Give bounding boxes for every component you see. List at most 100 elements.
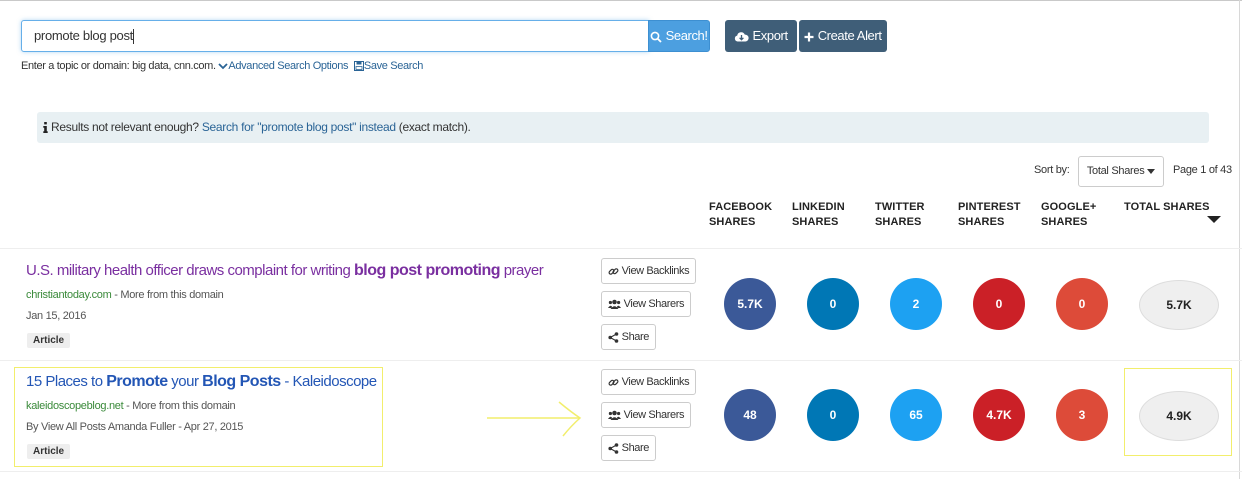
sort-select[interactable]: Total Shares: [1078, 156, 1164, 187]
column-header-line: TOTAL SHARES: [1124, 201, 1210, 213]
twitter-shares-count: 65: [890, 389, 942, 441]
domain-link[interactable]: christiantoday.com: [26, 289, 112, 301]
column-header-linkedin[interactable]: LINKEDIN SHARES: [792, 200, 845, 230]
column-header-line: SHARES: [958, 216, 1005, 228]
view-sharers-label: View Sharers: [623, 409, 685, 421]
column-header-total[interactable]: TOTAL SHARES: [1124, 200, 1210, 215]
title-text: - Kaleidoscope: [280, 373, 377, 390]
share-label: Share: [621, 442, 650, 454]
result-domain: christiantoday.com - More from this doma…: [26, 289, 224, 301]
search-button[interactable]: Search!: [648, 20, 710, 52]
search-input[interactable]: promote blog post: [21, 20, 649, 52]
notice-prefix: Results not relevant enough?: [51, 120, 199, 134]
column-header-line: SHARES: [792, 216, 839, 228]
row-divider: [0, 471, 1242, 472]
arrow-right-icon: [487, 401, 582, 437]
caret-down-icon: [1147, 168, 1156, 174]
page-count: Page 1 of 43: [1173, 164, 1232, 176]
column-header-twitter[interactable]: TWITTER SHARES: [875, 200, 925, 230]
users-icon: [608, 299, 621, 310]
info-icon: [43, 122, 48, 134]
title-text: prayer: [500, 262, 544, 279]
search-button-label: Search!: [665, 28, 708, 43]
result-author-date: By View All Posts Amanda Fuller - Apr 27…: [26, 421, 244, 433]
article-badge: Article: [27, 444, 71, 459]
relevance-notice: Results not relevant enough? Search for …: [37, 112, 1209, 143]
column-header-line: PINTEREST: [958, 201, 1021, 213]
export-label: Export: [752, 28, 789, 43]
title-highlight: Promote: [106, 373, 168, 390]
linkedin-shares-count: 0: [807, 389, 859, 441]
save-search-link[interactable]: Save Search: [364, 60, 423, 72]
search-icon: [650, 31, 663, 43]
sort-by-label: Sort by:: [1034, 164, 1070, 176]
column-header-line: SHARES: [875, 216, 922, 228]
googleplus-shares-count: 0: [1056, 278, 1108, 330]
title-highlight: Blog Posts: [202, 373, 281, 390]
top-border: [0, 0, 1242, 1]
domain-link[interactable]: kaleidoscopeblog.net: [26, 400, 124, 412]
view-backlinks-button[interactable]: View Backlinks: [601, 369, 697, 395]
column-header-pinterest[interactable]: PINTEREST SHARES: [958, 200, 1021, 230]
view-sharers-button[interactable]: View Sharers: [601, 291, 692, 317]
plus-icon: [804, 32, 814, 42]
column-header-line: GOOGLE+: [1041, 201, 1097, 213]
cloud-download-icon: [735, 32, 749, 42]
column-header-line: SHARES: [709, 216, 756, 228]
view-backlinks-label: View Backlinks: [621, 376, 690, 388]
column-header-facebook[interactable]: FACEBOOK SHARES: [709, 200, 772, 230]
pinterest-shares-count: 0: [973, 278, 1025, 330]
link-icon: [608, 378, 619, 386]
row-divider: [0, 360, 1242, 361]
chevron-down-icon: [218, 63, 229, 70]
export-button[interactable]: Export: [725, 20, 797, 52]
column-header-line: TWITTER: [875, 201, 925, 213]
twitter-shares-count: 2: [890, 278, 942, 330]
facebook-shares-count: 48: [724, 389, 776, 441]
total-shares-count: 4.9K: [1139, 391, 1219, 441]
column-header-line: LINKEDIN: [792, 201, 845, 213]
create-alert-label: Create Alert: [817, 28, 882, 43]
result-domain: kaleidoscopeblog.net - More from this do…: [26, 400, 236, 412]
title-text: U.S. military health officer draws compl…: [26, 262, 355, 279]
view-sharers-label: View Sharers: [623, 298, 685, 310]
sort-selected-value: Total Shares: [1086, 165, 1145, 177]
article-badge: Article: [27, 333, 71, 348]
search-hint: Enter a topic or domain: big data, cnn.c…: [21, 60, 423, 72]
column-header-line: FACEBOOK: [709, 201, 773, 213]
view-backlinks-label: View Backlinks: [621, 265, 690, 277]
search-hint-text: Enter a topic or domain: big data, cnn.c…: [21, 60, 216, 72]
notice-suffix: (exact match).: [398, 120, 471, 134]
googleplus-shares-count: 3: [1056, 389, 1108, 441]
share-button[interactable]: Share: [601, 435, 657, 461]
pinterest-shares-count: 4.7K: [973, 389, 1025, 441]
exact-match-link[interactable]: Search for "promote blog post" instead: [202, 120, 396, 134]
view-sharers-button[interactable]: View Sharers: [601, 402, 692, 428]
row-divider: [0, 248, 1242, 249]
more-from-domain-link[interactable]: - More from this domain: [123, 400, 236, 412]
linkedin-shares-count: 0: [807, 278, 859, 330]
more-from-domain-link[interactable]: - More from this domain: [112, 289, 224, 301]
result-date: Jan 15, 2016: [26, 310, 87, 322]
view-backlinks-button[interactable]: View Backlinks: [601, 258, 697, 284]
facebook-shares-count: 5.7K: [724, 278, 776, 330]
save-icon: [353, 61, 364, 72]
advanced-search-link[interactable]: Advanced Search Options: [228, 60, 348, 72]
column-header-googleplus[interactable]: GOOGLE+ SHARES: [1041, 200, 1096, 230]
share-button[interactable]: Share: [601, 324, 657, 350]
result-title-link[interactable]: U.S. military health officer draws compl…: [26, 262, 544, 280]
result-title-link[interactable]: 15 Places to Promote your Blog Posts - K…: [26, 373, 377, 391]
text-cursor: [132, 29, 134, 45]
sort-desc-icon: [1207, 216, 1221, 223]
total-shares-count: 5.7K: [1139, 280, 1219, 330]
title-highlight: blog post promoting: [354, 262, 501, 279]
share-icon: [608, 442, 619, 454]
title-text: your: [167, 373, 203, 390]
create-alert-button[interactable]: Create Alert: [799, 20, 887, 52]
users-icon: [608, 410, 621, 421]
search-input-value: promote blog post: [34, 28, 133, 43]
share-label: Share: [621, 331, 650, 343]
right-border: [1239, 0, 1240, 479]
title-text: 15 Places to: [26, 373, 107, 390]
column-header-line: SHARES: [1041, 216, 1088, 228]
